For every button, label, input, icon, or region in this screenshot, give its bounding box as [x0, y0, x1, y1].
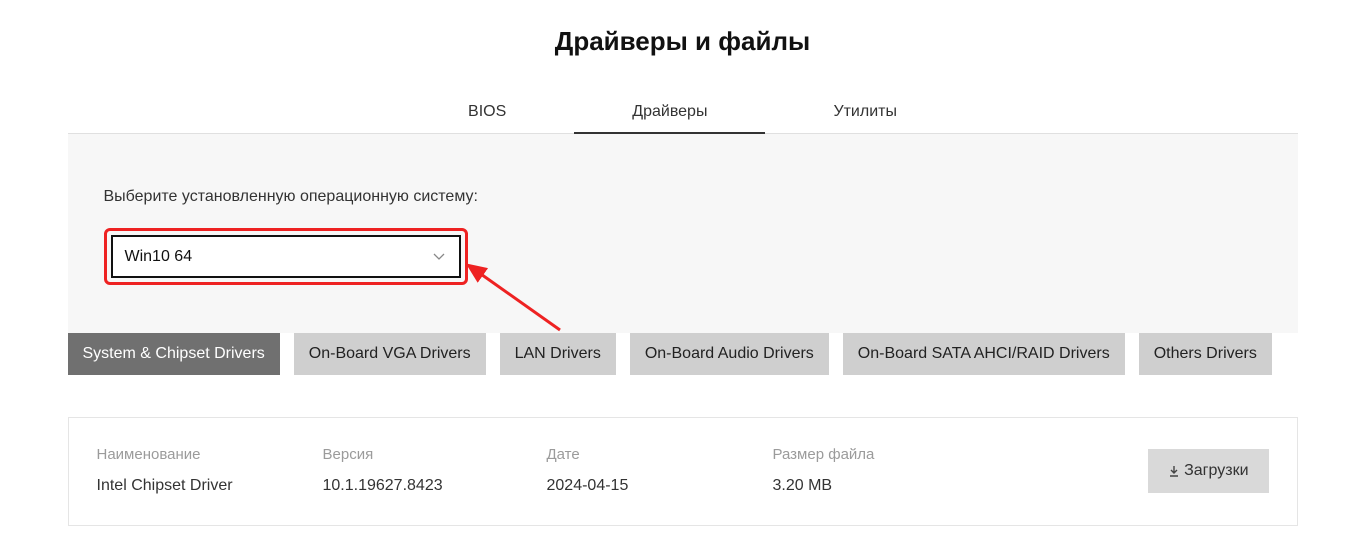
cat-system-chipset[interactable]: System & Chipset Drivers: [68, 333, 280, 375]
cat-onboard-vga[interactable]: On-Board VGA Drivers: [294, 333, 486, 375]
driver-version: 10.1.19627.8423: [323, 477, 547, 495]
col-label-date: Дате: [547, 446, 773, 463]
download-icon: [1168, 465, 1180, 477]
chevron-down-icon: [433, 251, 445, 263]
os-selector-panel: Выберите установленную операционную сист…: [68, 134, 1298, 333]
col-label-size: Размер файла: [773, 446, 1149, 463]
driver-size: 3.20 MB: [773, 477, 1149, 495]
tab-utilities[interactable]: Утилиты: [825, 93, 905, 133]
driver-category-tabs: System & Chipset Drivers On-Board VGA Dr…: [68, 333, 1298, 375]
os-select[interactable]: Win10 64: [111, 235, 461, 278]
cat-others[interactable]: Others Drivers: [1139, 333, 1272, 375]
main-tabs: BIOS Драйверы Утилиты: [68, 93, 1298, 134]
os-select-highlight: Win10 64: [104, 228, 468, 285]
col-label-name: Наименование: [97, 446, 323, 463]
cat-sata-ahci-raid[interactable]: On-Board SATA AHCI/RAID Drivers: [843, 333, 1125, 375]
driver-name: Intel Chipset Driver: [97, 477, 323, 495]
col-label-version: Версия: [323, 446, 547, 463]
download-button[interactable]: Загрузки: [1148, 449, 1268, 493]
cat-lan[interactable]: LAN Drivers: [500, 333, 616, 375]
page-title: Драйверы и файлы: [68, 26, 1298, 57]
download-label: Загрузки: [1184, 462, 1248, 480]
cat-onboard-audio[interactable]: On-Board Audio Drivers: [630, 333, 829, 375]
tab-bios[interactable]: BIOS: [460, 93, 514, 133]
os-select-label: Выберите установленную операционную сист…: [104, 188, 1262, 206]
os-select-value: Win10 64: [125, 248, 193, 266]
tab-drivers[interactable]: Драйверы: [624, 93, 715, 133]
driver-row: Наименование Intel Chipset Driver Версия…: [68, 417, 1298, 526]
driver-date: 2024-04-15: [547, 477, 773, 495]
